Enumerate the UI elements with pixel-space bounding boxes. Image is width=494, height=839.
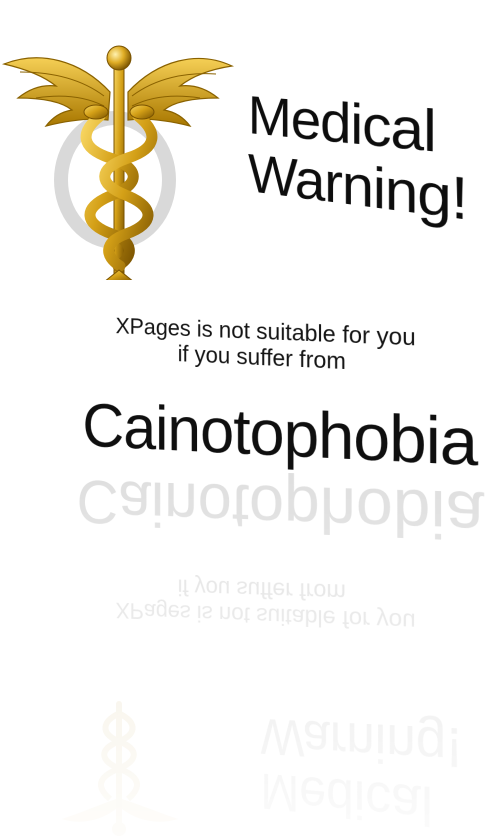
warning-message: XPages is not suitable for you if you su… [72, 311, 467, 380]
warning-title: Medical Warning! [248, 86, 494, 238]
reflection-content: Cainotophobia XPages is not suitable for… [0, 470, 494, 839]
warning-poster: Medical Warning! XPages is not suitable … [0, 0, 494, 839]
reflection-caduceus-icon [60, 699, 180, 839]
reflection-fade [0, 470, 494, 839]
reflection-message-line-1: XPages is not suitable for you [72, 596, 467, 637]
reflection-title: Medical Warning! [261, 708, 490, 839]
reflection-message-line-2: if you suffer from [72, 572, 467, 611]
caduceus-icon [0, 20, 235, 280]
reflection: Cainotophobia XPages is not suitable for… [0, 470, 494, 839]
condition-name: Cainotophobia [73, 391, 488, 480]
reflection-message: XPages is not suitable for you if you su… [72, 572, 467, 638]
reflection-title-line-2: Warning! [261, 708, 490, 779]
reflection-title-line-1: Medical [261, 763, 490, 839]
reflection-condition: Cainotophobia [73, 470, 488, 553]
